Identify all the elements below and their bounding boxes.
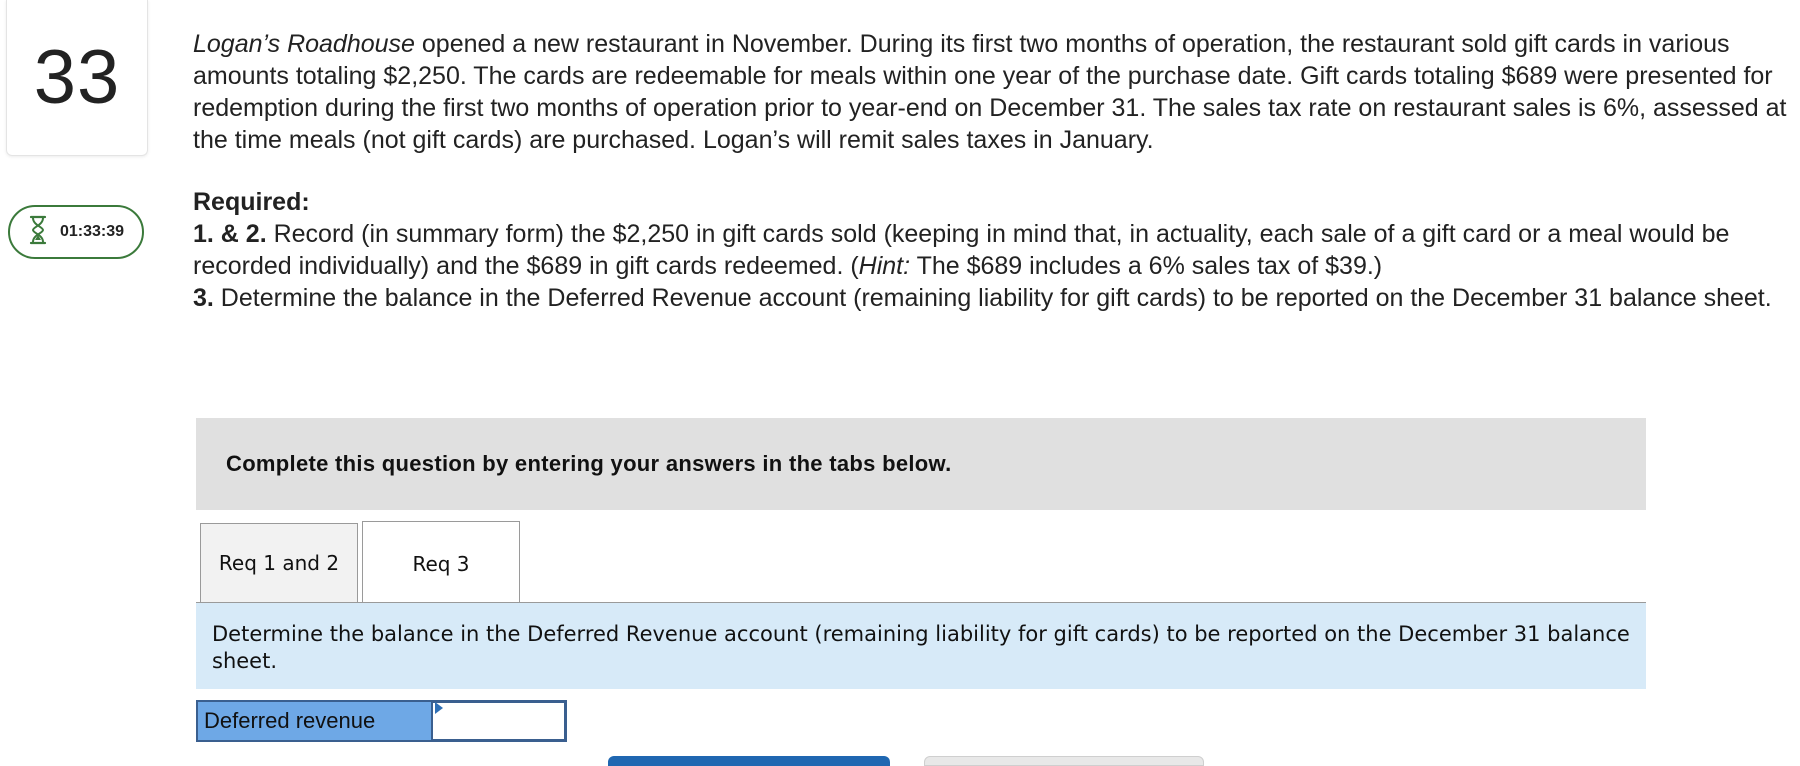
company-name: Logan’s Roadhouse [193, 30, 415, 58]
problem-statement: Logan’s Roadhouse opened a new restauran… [193, 28, 1793, 156]
problem-text: opened a new restaurant in November. Dur… [193, 30, 1787, 154]
instructions-text: Complete this question by entering your … [226, 451, 952, 476]
question-content: Logan’s Roadhouse opened a new restauran… [193, 28, 1793, 314]
required-item-3-label: 3. [193, 284, 214, 312]
hourglass-icon [28, 215, 48, 250]
timer-badge: 01:33:39 [8, 205, 144, 259]
previous-button[interactable] [608, 756, 890, 766]
tab-req-3[interactable]: Req 3 [362, 521, 520, 605]
next-button[interactable] [924, 756, 1204, 766]
hint-label: Hint: [858, 252, 911, 280]
tab-description-panel: Determine the balance in the Deferred Re… [196, 603, 1646, 689]
deferred-revenue-input[interactable] [433, 700, 567, 742]
timer-text: 01:33:39 [60, 223, 125, 240]
required-item-1-2: 1. & 2. Record (in summary form) the $2,… [193, 218, 1793, 282]
tab-description-text: Determine the balance in the Deferred Re… [212, 622, 1630, 673]
instructions-banner: Complete this question by entering your … [196, 418, 1646, 510]
required-item-3-text: Determine the balance in the Deferred Re… [213, 284, 1772, 312]
answer-row: Deferred revenue [196, 700, 567, 742]
tab-req-1-and-2[interactable]: Req 1 and 2 [200, 523, 358, 603]
required-item-3: 3. Determine the balance in the Deferred… [193, 282, 1793, 314]
required-section: Required: 1. & 2. Record (in summary for… [193, 186, 1793, 314]
answer-input-wrapper [433, 700, 567, 742]
hint-text: The $689 includes a 6% sales tax of $39.… [910, 252, 1383, 280]
input-flag-icon [435, 702, 443, 714]
deferred-revenue-label: Deferred revenue [196, 700, 433, 742]
question-number-card: 33 [6, 0, 148, 156]
required-heading: Required: [193, 188, 310, 216]
question-number: 33 [33, 35, 121, 120]
required-item-1-2-label: 1. & 2. [193, 220, 267, 248]
